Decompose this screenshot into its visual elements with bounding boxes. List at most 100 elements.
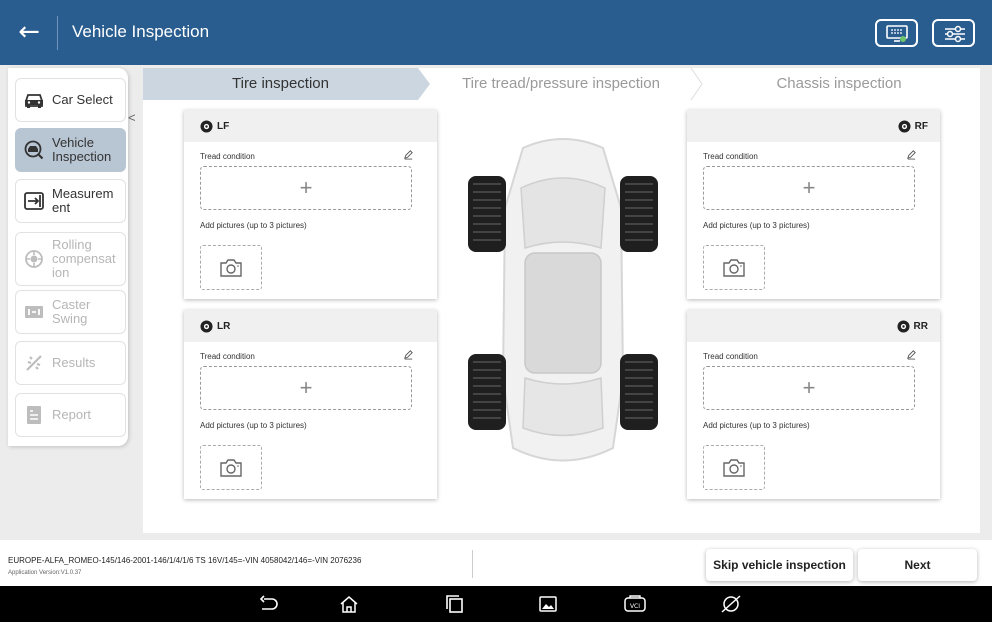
sidebar-item-label: Rolling compensat ion (52, 237, 116, 280)
header-divider (57, 16, 58, 50)
tire-position-label: RR (913, 321, 928, 332)
edit-pencil-icon[interactable] (906, 349, 917, 360)
tire-rr-graphic (620, 354, 658, 430)
svg-text:VCI: VCI (630, 603, 640, 610)
plus-icon: + (802, 375, 816, 400)
tread-condition-label: Tread condition (703, 152, 758, 161)
tread-condition-label: Tread condition (200, 152, 255, 161)
step-tire-inspection[interactable]: Tire inspection (143, 68, 418, 100)
tire-badge: RR (897, 320, 928, 333)
results-icon (26, 355, 42, 371)
sidebar-item-label: Measurem ent (52, 186, 114, 215)
add-tread-condition-button[interactable]: + (200, 366, 412, 410)
system-nav-bar: VCI (0, 586, 992, 622)
settings-button[interactable] (932, 19, 975, 47)
measure-icon (24, 192, 44, 210)
app-version-text: Application Version:V1.0.37 (8, 570, 82, 576)
add-picture-button[interactable] (200, 245, 262, 290)
edit-pencil-icon[interactable] (403, 149, 414, 160)
vehicle-info-text: EUROPE-ALFA_ROMEO-145/146-2001-146/1/4/1… (8, 556, 362, 565)
skip-inspection-button[interactable]: Skip vehicle inspection (706, 549, 853, 581)
camera-icon (723, 459, 745, 477)
card-header: RF (687, 110, 940, 142)
edit-pencil-icon[interactable] (906, 149, 917, 160)
settings-sliders-icon (945, 25, 965, 43)
page-title: Vehicle Inspection (72, 22, 210, 41)
tire-badge: LF (200, 120, 229, 133)
sidebar-item-report[interactable]: Report (15, 393, 126, 437)
tire-card-rr: RR Tread condition + Add pictures (up to… (687, 310, 940, 499)
add-tread-condition-button[interactable]: + (703, 166, 915, 210)
footer-bar: EUROPE-ALFA_ROMEO-145/146-2001-146/1/4/1… (0, 540, 992, 586)
plus-icon: + (299, 375, 313, 400)
add-picture-button[interactable] (200, 445, 262, 490)
tire-lr-graphic (468, 354, 506, 430)
tire-position-label: RF (914, 121, 928, 132)
edit-pencil-icon[interactable] (403, 349, 414, 360)
camera-icon (723, 259, 745, 277)
add-picture-button[interactable] (703, 245, 765, 290)
gallery-icon[interactable] (537, 595, 559, 613)
next-button[interactable]: Next (858, 549, 977, 581)
tire-icon (200, 120, 213, 133)
tire-position-label: LR (217, 321, 231, 332)
sidebar-item-label: Report (52, 407, 92, 422)
rolling-icon (25, 250, 43, 268)
browser-icon[interactable] (720, 595, 742, 613)
sidebar-item-label: Car Select (52, 92, 113, 107)
sidebar-item-label: Caster Swing (52, 297, 91, 326)
footer-divider (472, 550, 473, 578)
tire-card-rf: RF Tread condition + Add pictures (up to… (687, 110, 940, 299)
app-header: ← Vehicle Inspection (0, 0, 992, 65)
tire-card-lf: LF Tread condition + Add pictures (up to… (184, 110, 437, 299)
report-icon (27, 406, 41, 424)
step-indicator: Tire inspection Tire tread/pressure insp… (143, 68, 980, 100)
download-icon (886, 25, 908, 42)
sidebar-item-results[interactable]: Results (15, 341, 126, 385)
add-pictures-label: Add pictures (up to 3 pictures) (200, 421, 307, 430)
camera-icon (220, 459, 242, 477)
sidebar-item-rolling-compensation[interactable]: Rolling compensat ion (15, 232, 126, 286)
add-pictures-label: Add pictures (up to 3 pictures) (703, 221, 810, 230)
sidebar-item-label: Vehicle Inspection (52, 135, 112, 164)
plus-icon: + (802, 175, 816, 200)
tire-lf-graphic (468, 176, 506, 252)
back-icon[interactable] (258, 595, 280, 613)
sidebar-item-car-select[interactable]: Car Select (15, 78, 126, 122)
add-tread-condition-button[interactable]: + (200, 166, 412, 210)
add-picture-button[interactable] (703, 445, 765, 490)
sidebar-item-vehicle-inspection[interactable]: Vehicle Inspection (15, 128, 126, 172)
card-header: LF (184, 110, 437, 142)
card-header: RR (687, 310, 940, 342)
inspection-panel: Tire inspection Tire tread/pressure insp… (143, 68, 980, 533)
plus-icon: + (299, 175, 313, 200)
home-icon[interactable] (338, 595, 360, 613)
step-tread-pressure[interactable]: Tire tread/pressure inspection (430, 68, 692, 100)
add-pictures-label: Add pictures (up to 3 pictures) (703, 421, 810, 430)
camera-icon (220, 259, 242, 277)
sidebar: Car Select Vehicle Inspection Measurem e… (8, 68, 128, 446)
sidebar-item-caster-swing[interactable]: Caster Swing (15, 290, 126, 334)
card-header: LR (184, 310, 437, 342)
step-arrow (418, 68, 430, 100)
add-tread-condition-button[interactable]: + (703, 366, 915, 410)
recents-icon[interactable] (444, 595, 466, 613)
tire-rf-graphic (620, 176, 658, 252)
tire-badge: LR (200, 320, 230, 333)
download-button[interactable] (875, 19, 918, 47)
tire-badge: RF (898, 120, 928, 133)
tire-position-label: LF (217, 121, 230, 132)
sidebar-collapse-chevron-icon[interactable]: < (128, 110, 140, 130)
tire-icon (898, 120, 911, 133)
vci-icon[interactable]: VCI (622, 595, 648, 613)
sidebar-item-label: Results (52, 355, 96, 370)
tire-icon (200, 320, 213, 333)
step-chassis-inspection[interactable]: Chassis inspection (698, 68, 980, 100)
car-icon (25, 94, 43, 108)
car-top-view-illustration (468, 138, 658, 462)
tread-condition-label: Tread condition (200, 352, 255, 361)
tire-card-lr: LR Tread condition + Add pictures (up to… (184, 310, 437, 499)
back-arrow-icon[interactable]: ← (14, 18, 44, 48)
sidebar-item-measurement[interactable]: Measurem ent (15, 179, 126, 223)
tread-condition-label: Tread condition (703, 352, 758, 361)
